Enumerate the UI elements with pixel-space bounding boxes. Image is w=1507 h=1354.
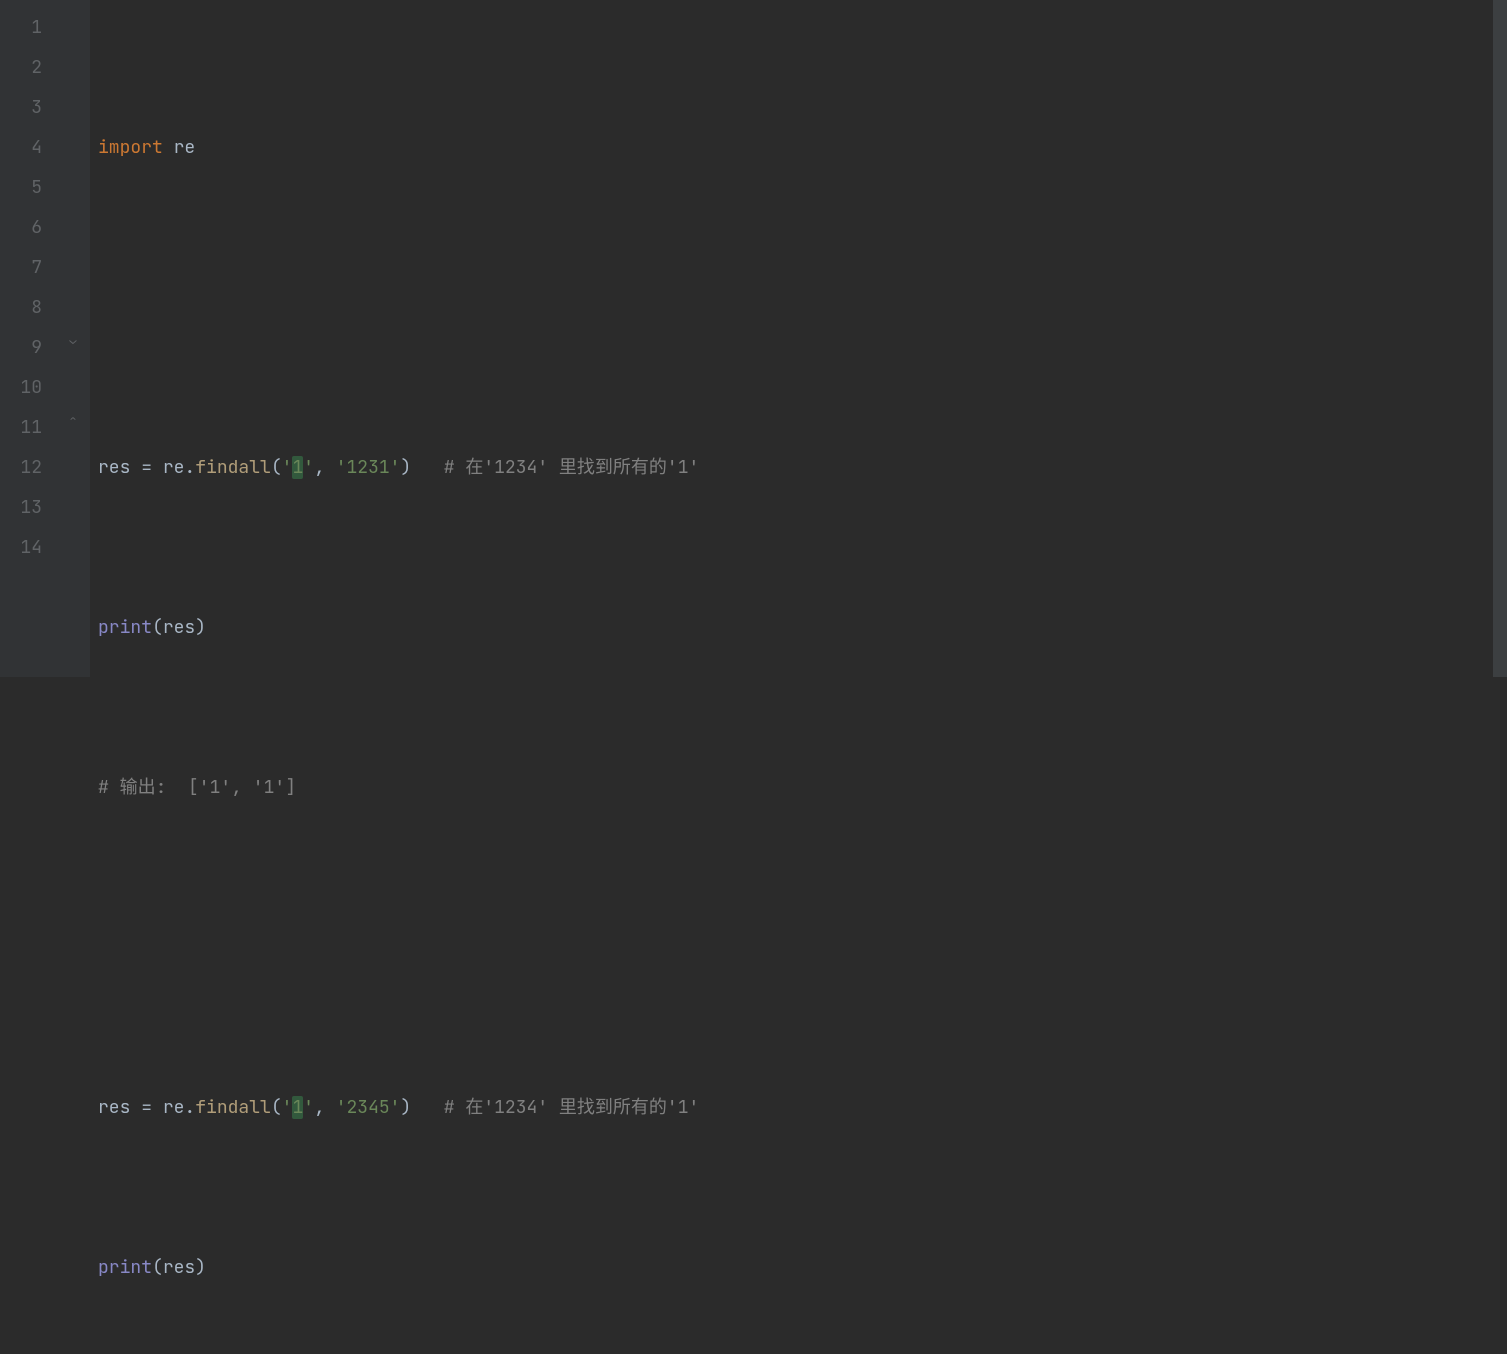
builtin-function: print xyxy=(98,616,152,639)
string-highlight: 1 xyxy=(292,1096,303,1119)
code-line[interactable] xyxy=(98,928,1507,968)
line-number-gutter: 1 2 3 4 5 6 7 8 9 10 11 12 13 14 xyxy=(0,0,60,677)
identifier: res xyxy=(98,1096,141,1119)
line-number: 12 xyxy=(0,448,42,488)
code-line[interactable]: res = re.findall('1', '1231') # 在'1234' … xyxy=(98,448,1507,488)
line-number: 3 xyxy=(0,88,42,128)
string-literal: '1231' xyxy=(336,456,401,479)
line-number: 6 xyxy=(0,208,42,248)
function-name: findall xyxy=(195,1096,271,1119)
comment: # 在'1234' 里找到所有的'1' xyxy=(444,1096,700,1119)
line-number: 13 xyxy=(0,488,42,528)
code-line[interactable]: print(res) xyxy=(98,608,1507,648)
line-number: 11 xyxy=(0,408,42,448)
string-quote: ' xyxy=(303,456,314,479)
paren-open: ( xyxy=(271,1096,282,1119)
comma: , xyxy=(314,1096,336,1119)
qualifier: re. xyxy=(152,1096,195,1119)
string-quote: ' xyxy=(303,1096,314,1119)
code-line[interactable]: # 输出: ['1', '1'] xyxy=(98,768,1507,808)
comment: # 在'1234' 里找到所有的'1' xyxy=(444,456,700,479)
identifier: res xyxy=(163,616,195,639)
code-editor[interactable]: 1 2 3 4 5 6 7 8 9 10 11 12 13 14 ⌄ ⌃ imp… xyxy=(0,0,1507,677)
comma: , xyxy=(314,456,336,479)
code-line[interactable]: print(res) xyxy=(98,1248,1507,1288)
string-quote: ' xyxy=(282,456,293,479)
line-number: 14 xyxy=(0,528,42,568)
whitespace xyxy=(163,136,174,159)
code-area[interactable]: import re res = re.findall('1', '1231') … xyxy=(90,0,1507,677)
qualifier: re. xyxy=(152,456,195,479)
keyword-import: import xyxy=(98,136,163,159)
paren-open: ( xyxy=(152,616,163,639)
line-number: 1 xyxy=(0,8,42,48)
identifier: res xyxy=(98,456,141,479)
comment: # 输出: ['1', '1'] xyxy=(98,776,296,799)
vertical-scrollbar[interactable] xyxy=(1493,0,1507,677)
code-line[interactable]: res = re.findall('1', '2345') # 在'1234' … xyxy=(98,1088,1507,1128)
string-highlight: 1 xyxy=(292,456,303,479)
line-number: 8 xyxy=(0,288,42,328)
line-number: 7 xyxy=(0,248,42,288)
paren-close: ) xyxy=(401,456,412,479)
line-number: 9 xyxy=(0,328,42,368)
identifier: res xyxy=(163,1256,195,1279)
code-line[interactable]: import re xyxy=(98,128,1507,168)
string-literal: '2345' xyxy=(336,1096,401,1119)
builtin-function: print xyxy=(98,1256,152,1279)
fold-indicator-icon[interactable]: ⌄ xyxy=(66,333,80,347)
line-number: 5 xyxy=(0,168,42,208)
line-number: 10 xyxy=(0,368,42,408)
fold-indicator-icon[interactable]: ⌃ xyxy=(66,413,80,427)
paren-open: ( xyxy=(152,1256,163,1279)
whitespace xyxy=(411,456,443,479)
line-number: 2 xyxy=(0,48,42,88)
string-quote: ' xyxy=(282,1096,293,1119)
paren-close: ) xyxy=(195,616,206,639)
line-number: 4 xyxy=(0,128,42,168)
module-name: re xyxy=(174,136,196,159)
paren-close: ) xyxy=(401,1096,412,1119)
paren-open: ( xyxy=(271,456,282,479)
fold-column: ⌄ ⌃ xyxy=(60,0,90,677)
operator: = xyxy=(141,1096,152,1119)
code-line[interactable] xyxy=(98,288,1507,328)
whitespace xyxy=(411,1096,443,1119)
paren-close: ) xyxy=(195,1256,206,1279)
operator: = xyxy=(141,456,152,479)
function-name: findall xyxy=(195,456,271,479)
